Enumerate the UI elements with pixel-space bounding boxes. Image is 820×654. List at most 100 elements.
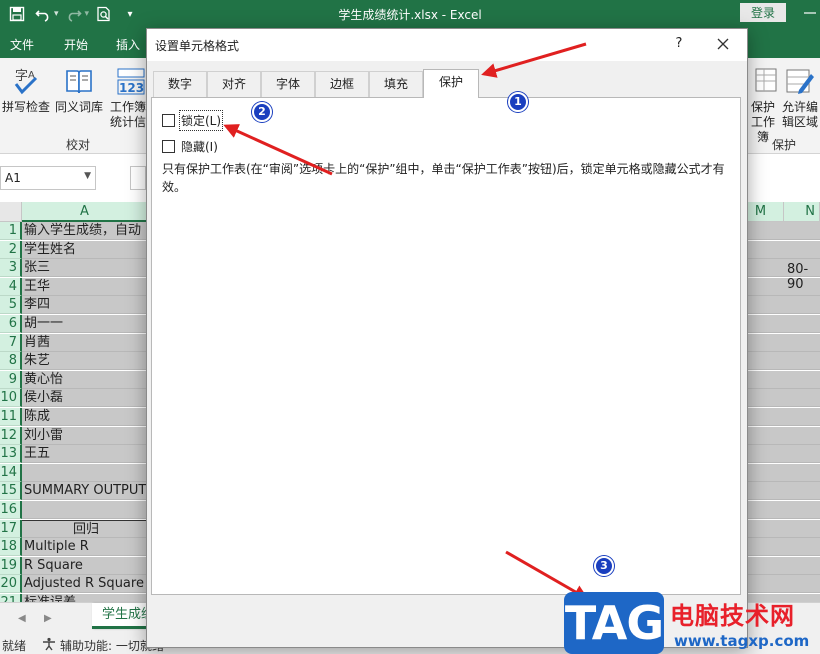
cell-a[interactable]: 刘小雷 <box>22 426 148 445</box>
cell-right-range[interactable] <box>738 370 820 389</box>
spellcheck-button[interactable]: 字A 拼写检查 <box>2 66 50 115</box>
row-header[interactable]: 18 <box>0 538 22 557</box>
cell-right-range[interactable] <box>738 426 820 445</box>
row-header[interactable]: 8 <box>0 352 22 371</box>
column-header-a[interactable]: A <box>22 202 148 222</box>
cell-right-range[interactable] <box>738 538 820 557</box>
cell-right-range[interactable] <box>738 445 820 464</box>
cell-a[interactable]: Adjusted R Square <box>22 575 148 594</box>
cell-a[interactable]: 胡一一 <box>22 315 148 333</box>
protect-workbook-button[interactable]: 保护 工作簿 <box>748 66 778 145</box>
row-header[interactable]: 14 <box>0 463 22 482</box>
sheet-tab-active[interactable]: 学生成绩 <box>92 603 154 629</box>
row-header[interactable]: 7 <box>0 333 22 352</box>
column-header-n[interactable]: N <box>784 202 820 222</box>
allow-edit-ranges-button[interactable]: 允许编 辑区域 <box>780 66 820 130</box>
tab-insert[interactable]: 插入 <box>116 36 140 53</box>
cell-right-range[interactable] <box>738 296 820 315</box>
cell-a[interactable] <box>22 501 148 519</box>
thesaurus-button[interactable]: 同义词库 <box>54 66 104 115</box>
cell-a[interactable]: 输入学生成绩，自动 <box>22 222 148 240</box>
locked-label[interactable]: 锁定(L) <box>178 109 224 131</box>
row-header[interactable]: 1 <box>0 222 22 240</box>
help-button[interactable]: ? <box>669 34 689 54</box>
cell-right-range[interactable] <box>738 333 820 352</box>
cell-right-range[interactable] <box>738 575 820 594</box>
tab-fill[interactable]: 填充 <box>369 71 423 97</box>
cell-a[interactable]: SUMMARY OUTPUT <box>22 482 148 501</box>
cell-right-range[interactable] <box>738 315 820 333</box>
tab-number[interactable]: 数字 <box>153 71 207 97</box>
spellcheck-icon: 字A <box>11 66 41 96</box>
chevron-down-icon[interactable]: ▼ <box>84 171 91 181</box>
cell-a[interactable] <box>22 463 148 482</box>
locked-option[interactable]: 锁定(L) <box>162 109 224 131</box>
cell-right-range[interactable] <box>738 389 820 408</box>
hidden-label[interactable]: 隐藏(I) <box>181 138 218 155</box>
cell-a[interactable]: 侯小磊 <box>22 389 148 408</box>
tab-home[interactable]: 开始 <box>64 36 88 53</box>
row-header[interactable]: 3 <box>0 259 22 278</box>
locked-checkbox[interactable] <box>162 113 175 127</box>
cell-a[interactable]: 张三 <box>22 259 148 278</box>
cell-a[interactable]: 黄心怡 <box>22 370 148 389</box>
row-header[interactable]: 15 <box>0 482 22 501</box>
cell-right-range[interactable] <box>738 556 820 575</box>
row-header[interactable]: 5 <box>0 296 22 315</box>
row-header[interactable]: 6 <box>0 315 22 333</box>
row-header[interactable]: 9 <box>0 370 22 389</box>
cell-right-range[interactable] <box>738 408 820 426</box>
cell-right-range[interactable] <box>738 463 820 482</box>
cell-right-range[interactable] <box>738 240 820 259</box>
cell-a[interactable]: 陈成 <box>22 408 148 426</box>
cell-a[interactable]: 学生姓名 <box>22 240 148 259</box>
workbook-stats-button[interactable]: 123 工作簿 统计信 <box>108 66 148 130</box>
name-box[interactable]: A1 ▼ <box>0 166 96 190</box>
cell-right-range[interactable] <box>738 519 820 538</box>
tab-protection[interactable]: 保护 <box>423 69 479 98</box>
tab-border[interactable]: 边框 <box>315 71 369 97</box>
row-header[interactable]: 19 <box>0 556 22 575</box>
cell-right-range[interactable] <box>738 482 820 501</box>
minimize-icon[interactable] <box>800 3 820 23</box>
name-box-value: A1 <box>5 171 21 185</box>
row-header[interactable]: 16 <box>0 501 22 519</box>
row-header[interactable]: 17 <box>0 519 22 538</box>
cell-a[interactable]: 肖茜 <box>22 333 148 352</box>
cell-right-range[interactable] <box>738 222 820 240</box>
tab-alignment[interactable]: 对齐 <box>207 71 261 97</box>
row-header[interactable]: 10 <box>0 389 22 408</box>
svg-text:字: 字 <box>15 69 28 84</box>
row-header[interactable]: 12 <box>0 426 22 445</box>
tab-font[interactable]: 字体 <box>261 71 315 97</box>
row-header[interactable]: 13 <box>0 445 22 464</box>
row-header[interactable]: 21 <box>0 594 22 602</box>
cell-a[interactable]: 标准误差 <box>22 594 148 602</box>
select-all-corner[interactable] <box>0 202 22 222</box>
row-header[interactable]: 4 <box>0 277 22 296</box>
protect-workbook-icon <box>754 66 777 96</box>
title-bar: ▾ ▾ ▾ 学生成绩统计.xlsx - Excel 登录 <box>0 0 820 28</box>
tab-file[interactable]: 文件 <box>10 36 34 53</box>
cell-right-range[interactable] <box>738 352 820 371</box>
cell-a[interactable]: Multiple R <box>22 538 148 557</box>
cell-a[interactable]: R Square <box>22 556 148 575</box>
row-header[interactable]: 2 <box>0 240 22 259</box>
cell-a[interactable]: 朱艺 <box>22 352 148 371</box>
cell-right-range[interactable] <box>738 501 820 519</box>
hidden-option[interactable]: 隐藏(I) <box>162 138 218 154</box>
cell-a[interactable]: 回归 <box>22 519 148 538</box>
sheet-next-icon[interactable]: ▶ <box>44 613 52 624</box>
row-header[interactable]: 11 <box>0 408 22 426</box>
sheet-prev-icon[interactable]: ◀ <box>18 613 26 624</box>
accessibility-icon[interactable] <box>42 637 56 654</box>
cell-a[interactable]: 李四 <box>22 296 148 315</box>
login-button[interactable]: 登录 <box>740 3 786 22</box>
cell-a[interactable]: 王五 <box>22 445 148 464</box>
cell-a[interactable]: 王华 <box>22 277 148 296</box>
status-ready: 就绪 <box>2 639 27 653</box>
hidden-checkbox[interactable] <box>162 139 175 153</box>
close-icon[interactable] <box>713 34 733 54</box>
row-header[interactable]: 20 <box>0 575 22 594</box>
window-title: 学生成绩统计.xlsx - Excel <box>338 8 482 22</box>
